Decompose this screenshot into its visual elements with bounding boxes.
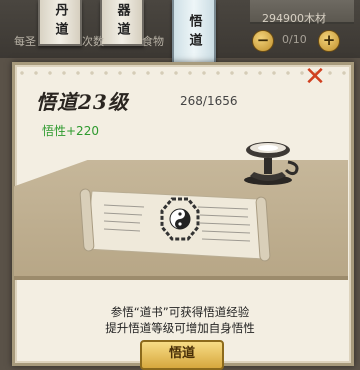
dao-scroll-icon: [79, 188, 271, 262]
background-label: 每圣: [14, 35, 36, 48]
resource-amount: 294900木材: [262, 12, 326, 25]
panel-border-decoration: [15, 69, 351, 77]
description-line-2: 提升悟道等级可增加自身悟性: [105, 321, 255, 335]
tab-label: 器道: [114, 3, 130, 41]
tab-label: 悟道: [186, 14, 202, 52]
oil-lamp-icon: [244, 142, 299, 185]
tab-dan-dao[interactable]: 丹道: [38, 0, 82, 46]
close-icon: ✕: [304, 62, 326, 92]
close-button[interactable]: ✕: [302, 64, 328, 90]
level-title: 悟道23级: [36, 90, 129, 114]
tab-label: 丹道: [52, 3, 68, 41]
minus-icon: −: [256, 31, 270, 49]
description-line-1: 参悟“道书”可获得悟道经验: [110, 305, 250, 319]
enlighten-button[interactable]: 悟道: [140, 340, 224, 370]
plus-icon: +: [322, 31, 336, 49]
tab-wu-dao[interactable]: 悟道: [172, 0, 216, 68]
background-label: 次数: [82, 35, 104, 48]
plus-button[interactable]: +: [318, 30, 340, 52]
attribute-bonus: 悟性+220: [42, 124, 99, 138]
background-label: 食物: [142, 35, 164, 48]
minus-button[interactable]: −: [252, 30, 274, 52]
table-edge: [14, 276, 348, 280]
tab-qi-dao[interactable]: 器道: [100, 0, 144, 46]
experience-progress: 268/1656: [180, 94, 238, 108]
counter-text: 0/10: [282, 33, 307, 46]
